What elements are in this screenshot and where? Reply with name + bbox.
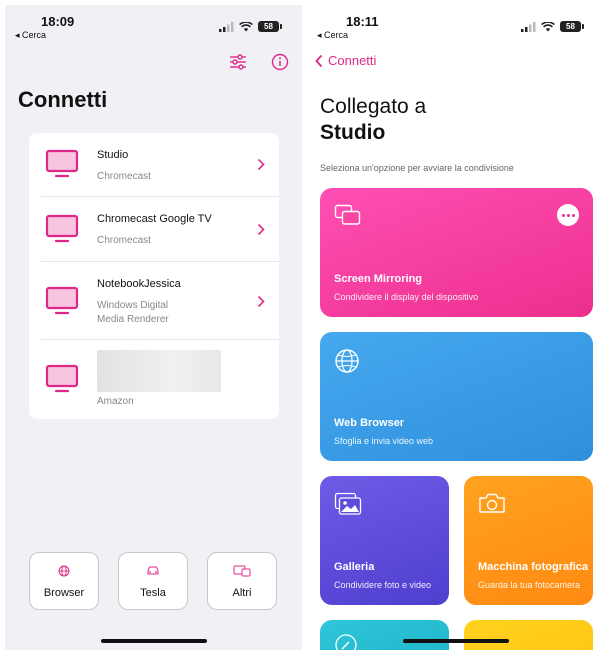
partial-card-yellow[interactable] [464,620,593,650]
tesla-button-label: Tesla [140,587,166,599]
device-list: Studio Chromecast Chromecast Google TV C… [29,133,279,419]
wifi-icon [541,21,555,31]
device-row-amazon[interactable]: Amazon [29,340,279,419]
web-browser-card[interactable]: Web Browser Sfoglia e invia video web [320,332,593,461]
device-row-chromecast-google-tv[interactable]: Chromecast Google TV Chromecast [29,197,279,262]
wifi-icon [239,21,253,31]
browser-button[interactable]: Browser [29,552,99,610]
share-options-screen: 18:11 ◂ Cerca 58 Connetti Collegato a St… [307,5,605,650]
device-type: Chromecast [97,171,151,182]
altri-button[interactable]: Altri [207,552,277,610]
info-icon [271,53,289,71]
card-title: Screen Mirroring [334,273,423,285]
info-button[interactable] [269,51,291,73]
chevron-right-icon [257,223,265,236]
filter-settings-button[interactable] [227,51,249,73]
status-time: 18:09 [41,14,75,29]
back-to-app-link[interactable]: ◂ Cerca [317,30,348,41]
connected-to-label: Collegato a [320,95,427,118]
device-name: Chromecast Google TV [97,213,212,225]
battery-indicator: 58 [258,21,282,32]
cellular-signal-icon [219,21,234,32]
more-options-button[interactable] [557,204,579,226]
device-row-notebookjessica[interactable]: NotebookJessica Windows Digital Media Re… [29,262,279,340]
photo-gallery-icon [334,492,362,515]
card-title: Web Browser [334,417,405,429]
device-row-studio[interactable]: Studio Chromecast [29,133,279,197]
card-subtitle: Guarda la tua fotocamera [478,580,581,590]
partial-card-teal[interactable] [320,620,449,650]
system-icons: 58 [521,21,584,32]
pencil-icon [335,634,357,650]
connected-device-name: Studio [320,121,386,144]
battery-indicator: 58 [560,21,584,32]
status-bar: 18:09 ◂ Cerca 58 [5,5,302,45]
cellular-signal-icon [521,21,536,32]
chevron-left-icon [315,54,323,67]
device-type: Windows Digital Media Renderer [97,300,169,325]
chevron-right-icon [257,158,265,171]
card-subtitle: Condividere foto e video [334,580,432,590]
tv-icon [45,149,79,178]
home-indicator[interactable] [101,639,207,643]
system-icons: 58 [219,21,282,32]
back-to-app-link[interactable]: ◂ Cerca [15,30,46,41]
status-bar: 18:11 ◂ Cerca 58 [307,5,605,45]
tv-icon [45,364,79,393]
status-time: 18:11 [346,14,379,29]
card-title: Galleria [334,561,375,573]
connect-screen: 18:09 ◂ Cerca 58 Connetti Studio Chromec… [5,5,302,650]
galleria-card[interactable]: Galleria Condividere foto e video [320,476,449,605]
page-title: Connetti [18,87,108,112]
camera-icon [479,493,505,513]
tesla-button[interactable]: Tesla [118,552,188,610]
screen-mirroring-card[interactable]: Screen Mirroring Condividere il display … [320,188,593,317]
device-type: Chromecast [97,235,151,246]
tv-icon [45,286,79,315]
globe-icon [335,349,359,373]
back-button-label: Connetti [328,53,377,68]
blurred-device-name [97,350,221,392]
camera-card[interactable]: Macchina fotografica Guarda la tua fotoc… [464,476,593,605]
browser-button-label: Browser [43,587,85,599]
cast-screens-icon [233,565,251,577]
back-button[interactable]: Connetti [315,53,376,68]
card-title: Macchina fotografica [478,561,589,573]
chevron-right-icon [257,295,265,308]
instruction-text: Seleziona un'opzione per avviare la cond… [320,163,514,173]
device-name: NotebookJessica [97,278,181,290]
card-subtitle: Sfoglia e invia video web [334,436,434,446]
home-indicator[interactable] [403,639,509,643]
altri-button-label: Altri [232,587,252,599]
card-subtitle: Condividere il display del dispositivo [334,292,479,302]
car-icon [147,566,159,575]
device-name: Studio [97,149,129,161]
sliders-icon [230,54,246,70]
tv-icon [45,214,79,243]
device-type: Amazon [97,396,134,407]
globe-icon [58,565,70,577]
mirroring-icon [334,204,361,225]
